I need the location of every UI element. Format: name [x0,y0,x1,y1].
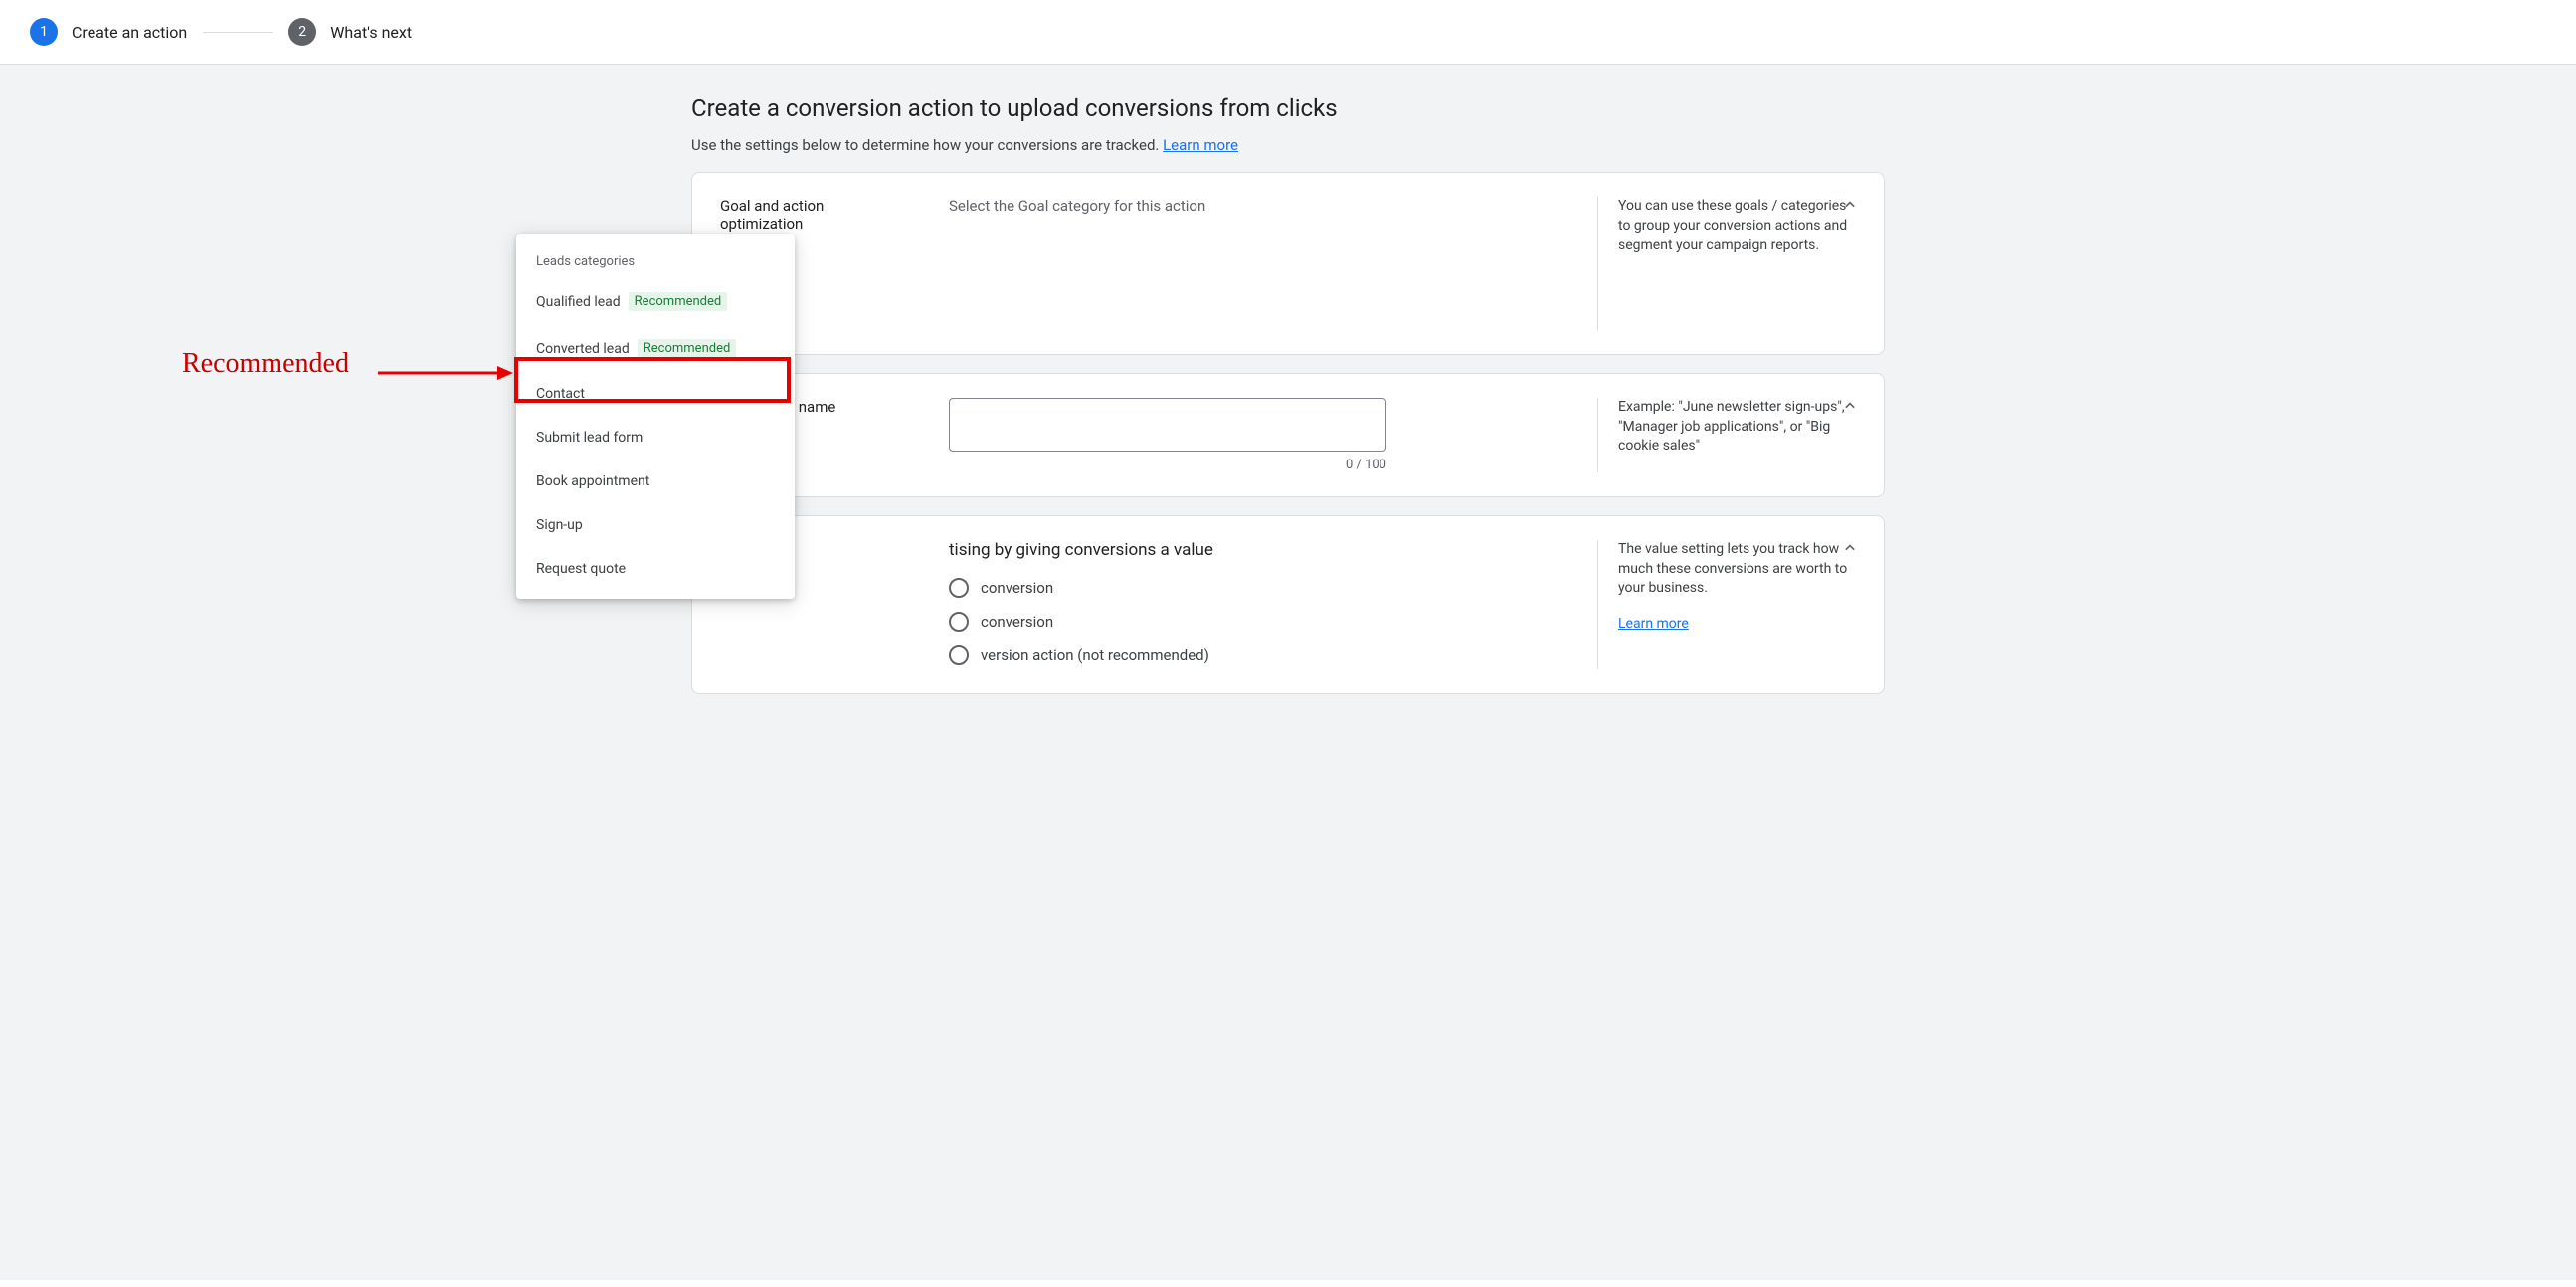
dropdown-item-label: Request quote [536,561,626,577]
value-help-text: The value setting lets you track how muc… [1618,540,1856,599]
dropdown-item-label: Sign-up [536,517,583,533]
step-label-1: Create an action [72,23,187,42]
dropdown-item-book-appointment[interactable]: Book appointment [516,460,795,503]
value-option-none[interactable]: version action (not recommended) [949,645,1567,665]
step-number-2: 2 [288,18,316,46]
goal-label-line2: optimization [720,215,803,233]
dropdown-item-contact[interactable]: Contact [516,372,795,416]
goal-prompt: Select the Goal category for this action [949,197,1567,215]
value-opt3-text: version action (not recommended) [981,646,1209,664]
value-opt1-text: conversion [981,579,1053,597]
step-connector [203,32,273,33]
goal-category-dropdown[interactable]: Leads categories Qualified lead Recommen… [516,234,795,599]
value-description: tising by giving conversions a value [949,540,1567,560]
recommended-tag: Recommended [638,339,737,358]
stepper-bar: 1 Create an action 2 What's next [0,0,2576,65]
step-number-1: 1 [30,18,58,46]
conversion-name-help: Example: "June newsletter sign-ups", "Ma… [1597,398,1856,472]
goal-label-line1: Goal and action [720,197,824,215]
page-title: Create a conversion action to upload con… [691,94,1885,122]
chevron-up-icon[interactable] [1840,195,1860,219]
char-count: 0 / 100 [949,458,1386,472]
dropdown-item-label: Book appointment [536,473,649,489]
dropdown-item-request-quote[interactable]: Request quote [516,547,795,591]
dropdown-item-label: Contact [536,386,585,402]
dropdown-item-sign-up[interactable]: Sign-up [516,503,795,547]
chevron-up-icon[interactable] [1840,396,1860,420]
value-learn-more-link[interactable]: Learn more [1618,615,1689,635]
main-area: Create a conversion action to upload con… [0,65,2576,1280]
subtitle-text: Use the settings below to determine how … [691,136,1163,154]
dropdown-item-converted-lead[interactable]: Converted lead Recommended [516,325,795,372]
conversion-name-input[interactable] [949,398,1386,452]
dropdown-item-label: Converted lead [536,341,630,357]
value-card: Value tising by giving conversions a val… [691,515,1885,694]
dropdown-item-label: Submit lead form [536,430,643,446]
value-opt2-text: conversion [981,613,1053,631]
goal-help-text: You can use these goals / categories to … [1597,197,1856,330]
step-create-action[interactable]: 1 Create an action [30,18,187,46]
annotation-label: Recommended [182,348,349,380]
value-option-different[interactable]: conversion [949,612,1567,632]
dropdown-item-submit-lead-form[interactable]: Submit lead form [516,416,795,460]
dropdown-item-label: Qualified lead [536,294,621,310]
value-option-same[interactable]: conversion [949,578,1567,598]
step-label-2: What's next [330,23,412,42]
conversion-name-card: Conversion name 0 / 100 Example: "June n… [691,373,1885,497]
radio-icon [949,612,969,632]
radio-icon [949,645,969,665]
radio-icon [949,578,969,598]
learn-more-link[interactable]: Learn more [1163,136,1238,154]
chevron-up-icon[interactable] [1840,538,1860,562]
page-subtitle: Use the settings below to determine how … [691,136,1885,154]
recommended-tag: Recommended [629,292,728,311]
goal-card: Goal and action optimization Select the … [691,172,1885,355]
step-whats-next[interactable]: 2 What's next [288,18,412,46]
dropdown-item-qualified-lead[interactable]: Qualified lead Recommended [516,278,795,325]
annotation-arrow-icon [378,363,517,387]
dropdown-section-header: Leads categories [516,246,795,278]
